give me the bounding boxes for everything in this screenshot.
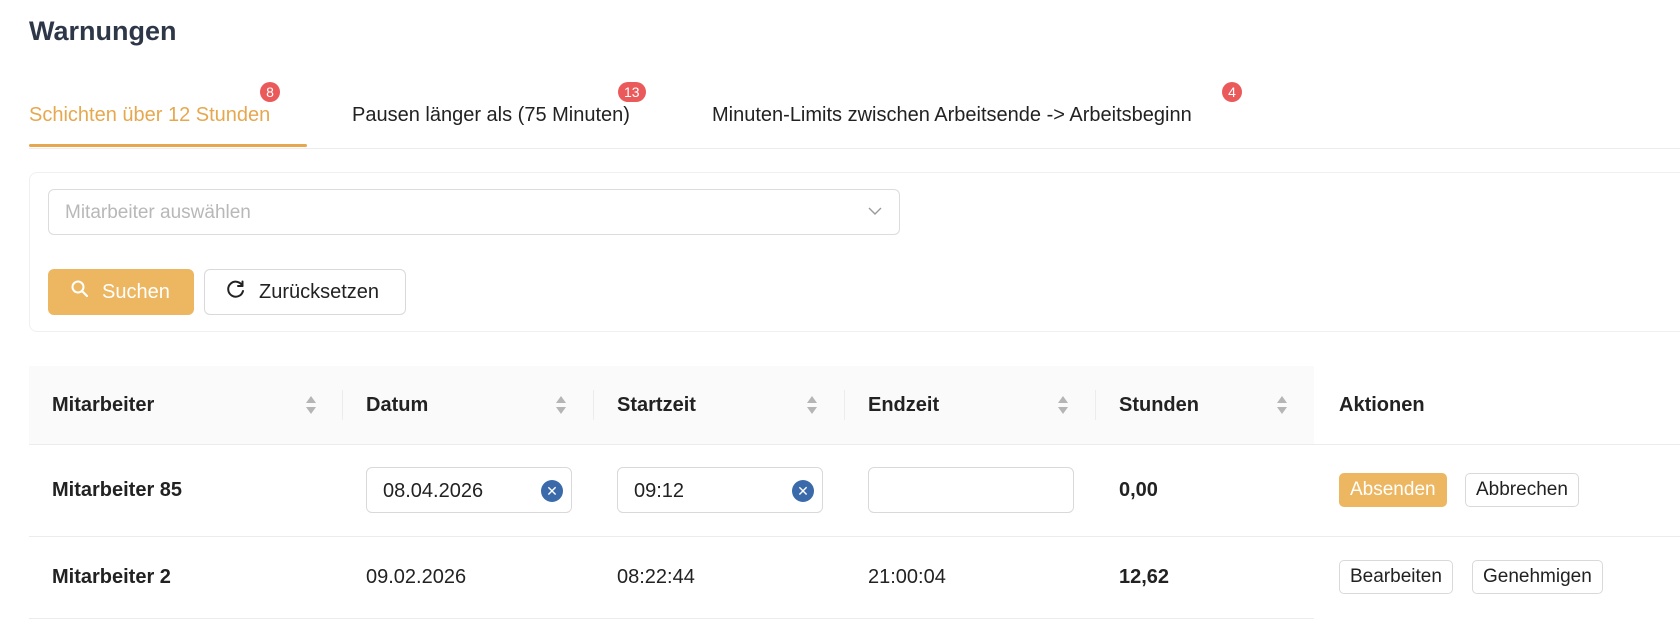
active-tab-indicator	[29, 144, 307, 147]
tab-count-badge: 8	[260, 82, 280, 102]
date-value: 09.02.2026	[366, 566, 467, 588]
sort-icon[interactable]	[555, 394, 567, 416]
column-header-employee[interactable]: Mitarbeiter	[52, 366, 154, 444]
search-button-label: Suchen	[102, 280, 170, 303]
tab-label: Schichten über 12 Stunden	[29, 104, 271, 126]
table-row: Mitarbeiter 2 09.02.2026 08:22:44 21:00:…	[29, 536, 1680, 619]
tab-long-breaks[interactable]: Pausen länger als (75 Minuten)	[352, 104, 630, 127]
sort-icon[interactable]	[806, 394, 818, 416]
date-input[interactable]: 08.04.2026 ✕	[366, 467, 572, 513]
start-time-input-value: 09:12	[634, 480, 685, 502]
end-time-value: 21:00:04	[868, 566, 946, 588]
hours-value: 0,00	[1119, 479, 1158, 501]
start-time-value: 08:22:44	[617, 566, 695, 588]
tab-bar: Schichten über 12 Stunden 8 Pausen länge…	[29, 82, 1680, 149]
hours-value: 12,62	[1119, 566, 1170, 588]
column-header-hours[interactable]: Stunden	[1119, 366, 1199, 444]
table-header: Mitarbeiter Datum Startzeit Endzeit Stun…	[29, 366, 1680, 444]
page-title: Warnungen	[29, 16, 177, 46]
start-time-input[interactable]: 09:12 ✕	[617, 467, 823, 513]
column-header-actions: Aktionen	[1339, 394, 1425, 416]
sort-icon[interactable]	[1057, 394, 1069, 416]
tab-long-shifts[interactable]: Schichten über 12 Stunden	[29, 104, 270, 127]
date-input-value: 08.04.2026	[383, 480, 484, 502]
employee-name: Mitarbeiter 2	[52, 566, 171, 588]
end-time-input[interactable]	[868, 467, 1074, 513]
search-icon	[70, 279, 102, 305]
tab-label: Pausen länger als (75 Minuten)	[352, 104, 630, 126]
column-header-start[interactable]: Startzeit	[617, 366, 696, 444]
clear-icon[interactable]: ✕	[541, 480, 563, 502]
tab-label: Minuten-Limits zwischen Arbeitsende -> A…	[712, 104, 1192, 126]
employee-name: Mitarbeiter 85	[52, 479, 183, 501]
chevron-down-icon	[867, 203, 883, 224]
reset-button-label: Zurücksetzen	[259, 280, 380, 303]
cancel-button[interactable]: Abbrechen	[1465, 473, 1579, 507]
tab-count-badge: 13	[618, 82, 646, 102]
approve-button[interactable]: Genehmigen	[1472, 560, 1603, 594]
filter-panel: Mitarbeiter auswählen Suchen Zurücksetze…	[29, 172, 1680, 332]
warnings-table: Mitarbeiter Datum Startzeit Endzeit Stun…	[29, 366, 1680, 619]
submit-button[interactable]: Absenden	[1339, 473, 1447, 507]
reset-icon	[225, 278, 259, 306]
table-row: Mitarbeiter 85 08.04.2026 ✕ 09:12 ✕ 0,00…	[29, 444, 1680, 537]
employee-select-placeholder: Mitarbeiter auswählen	[65, 202, 251, 223]
column-header-end[interactable]: Endzeit	[868, 366, 939, 444]
reset-button[interactable]: Zurücksetzen	[204, 269, 406, 315]
sort-icon[interactable]	[1276, 394, 1288, 416]
employee-select[interactable]: Mitarbeiter auswählen	[48, 189, 900, 235]
column-header-date[interactable]: Datum	[366, 366, 428, 444]
tab-rest-limits[interactable]: Minuten-Limits zwischen Arbeitsende -> A…	[712, 104, 1192, 127]
search-button[interactable]: Suchen	[48, 269, 194, 315]
edit-button[interactable]: Bearbeiten	[1339, 560, 1453, 594]
sort-icon[interactable]	[305, 394, 317, 416]
clear-icon[interactable]: ✕	[792, 480, 814, 502]
tab-count-badge: 4	[1222, 82, 1242, 102]
